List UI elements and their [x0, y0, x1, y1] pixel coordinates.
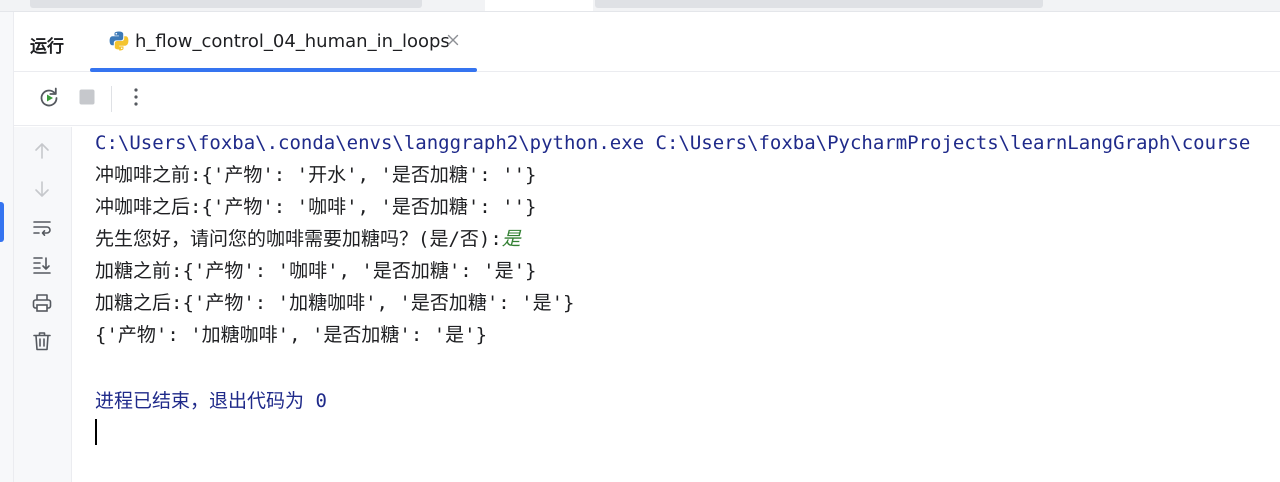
- editor-tab-remnant[interactable]: [30, 0, 422, 8]
- stop-button[interactable]: [74, 86, 100, 112]
- soft-wrap-button[interactable]: [29, 217, 55, 243]
- console-output[interactable]: C:\Users\foxba\.conda\envs\langgraph2\py…: [72, 127, 1280, 482]
- tab-label: h_flow_control_04_human_in_loops: [135, 31, 450, 52]
- tab-active-underline: [90, 68, 477, 72]
- run-toolbar: [14, 73, 1280, 126]
- console-exit-message: 进程已结束，退出代码为 0: [95, 390, 327, 412]
- stop-icon: [77, 87, 97, 111]
- run-panel-title: 运行: [30, 37, 64, 57]
- console-line: {'产物': '加糖咖啡', '是否加糖': '是'}: [95, 324, 488, 346]
- console-prompt-text: 先生您好，请问您的咖啡需要加糖吗？(是/否):: [95, 228, 502, 250]
- console-line: 加糖之前:{'产物': '咖啡', '是否加糖': '是'}: [95, 260, 537, 282]
- scroll-to-end-button[interactable]: [29, 254, 55, 280]
- scroll-to-end-icon: [31, 254, 53, 280]
- trash-icon: [31, 330, 53, 356]
- down-button[interactable]: [29, 178, 55, 204]
- editor-tab-remnant[interactable]: [595, 0, 1043, 8]
- tab-run-config[interactable]: h_flow_control_04_human_in_loops: [90, 12, 477, 72]
- soft-wrap-icon: [31, 217, 53, 243]
- toolbar-separator: [111, 86, 112, 112]
- rerun-button[interactable]: [36, 86, 62, 112]
- console-line: 冲咖啡之前:{'产物': '开水', '是否加糖': ''}: [95, 164, 537, 186]
- clear-all-button[interactable]: [29, 330, 55, 356]
- more-icon: [133, 86, 139, 112]
- up-button[interactable]: [29, 140, 55, 166]
- python-icon: [108, 30, 130, 52]
- console-line: 冲咖啡之后:{'产物': '咖啡', '是否加糖': ''}: [95, 196, 537, 218]
- console-user-input: 是: [501, 228, 521, 250]
- console-line: 加糖之后:{'产物': '加糖咖啡', '是否加糖': '是'}: [95, 292, 575, 314]
- active-tool-indicator: [0, 202, 4, 242]
- rerun-icon: [37, 85, 61, 113]
- console-command-line: C:\Users\foxba\.conda\envs\langgraph2\py…: [95, 132, 1251, 154]
- close-icon[interactable]: [445, 32, 461, 48]
- run-panel-header: 运行 h_flow_control_04_human_in_loops: [14, 12, 1280, 72]
- text-caret: [95, 419, 97, 445]
- editor-tab-strip: [0, 0, 1280, 12]
- tool-window-rail: [0, 12, 14, 482]
- editor-tab-active-remnant[interactable]: [485, 0, 593, 11]
- print-icon: [31, 292, 53, 318]
- console-prompt-line: 先生您好，请问您的咖啡需要加糖吗？(是/否):是: [95, 223, 521, 255]
- arrow-down-icon: [32, 179, 52, 203]
- more-options-button[interactable]: [123, 86, 149, 112]
- print-button[interactable]: [29, 292, 55, 318]
- arrow-up-icon: [32, 141, 52, 165]
- console-side-toolbar: [14, 127, 72, 482]
